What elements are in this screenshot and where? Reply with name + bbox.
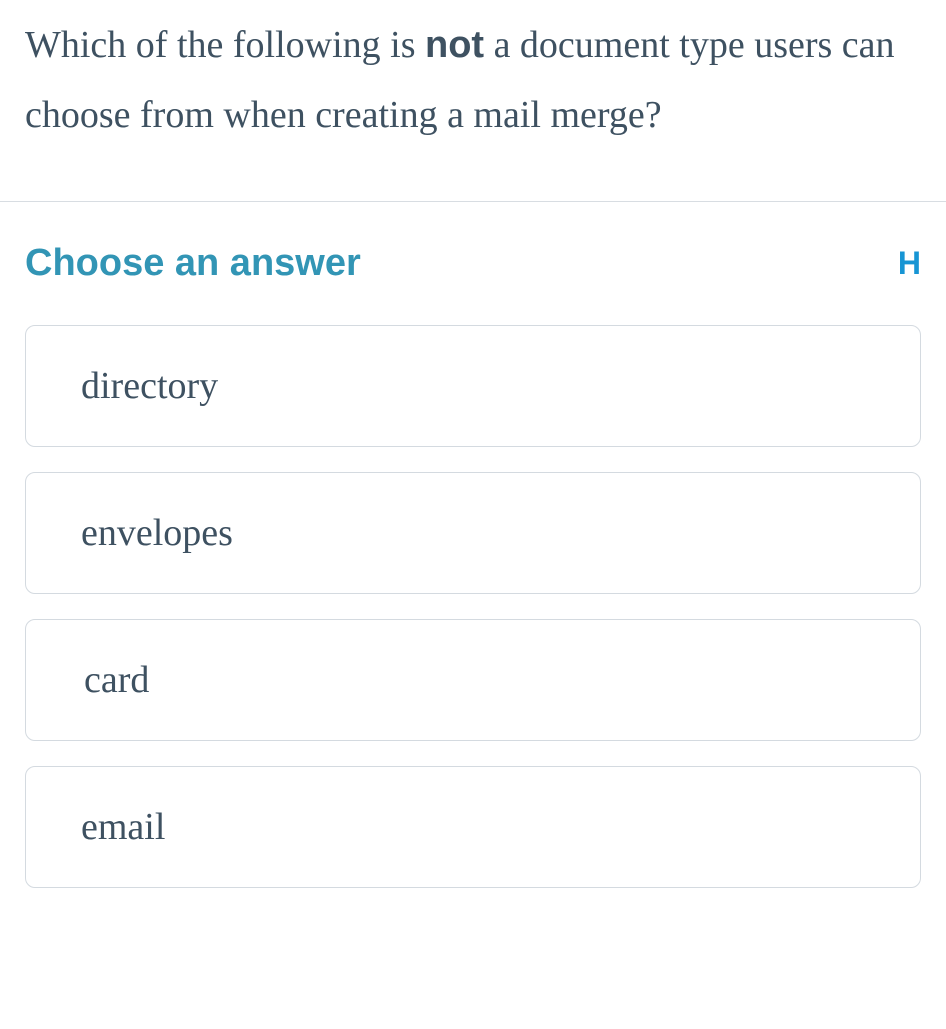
choose-answer-label: Choose an answer [25, 242, 361, 285]
answer-option-label: card [84, 659, 149, 701]
question-bold-word: not [425, 24, 484, 66]
answer-option-label: envelopes [81, 512, 233, 554]
question-prefix: Which of the following is [25, 24, 425, 66]
answer-option-email[interactable]: email [25, 766, 921, 888]
answer-option-card[interactable]: card [25, 619, 921, 741]
question-section: Which of the following is not a document… [0, 0, 946, 201]
answer-option-label: directory [81, 365, 218, 407]
help-link[interactable]: H [898, 245, 921, 282]
question-text: Which of the following is not a document… [25, 10, 921, 151]
answer-option-label: email [81, 806, 165, 848]
answer-option-directory[interactable]: directory [25, 325, 921, 447]
answer-option-envelopes[interactable]: envelopes [25, 472, 921, 594]
answer-section: Choose an answer H directory envelopes c… [0, 202, 946, 933]
answer-header: Choose an answer H [25, 242, 921, 285]
